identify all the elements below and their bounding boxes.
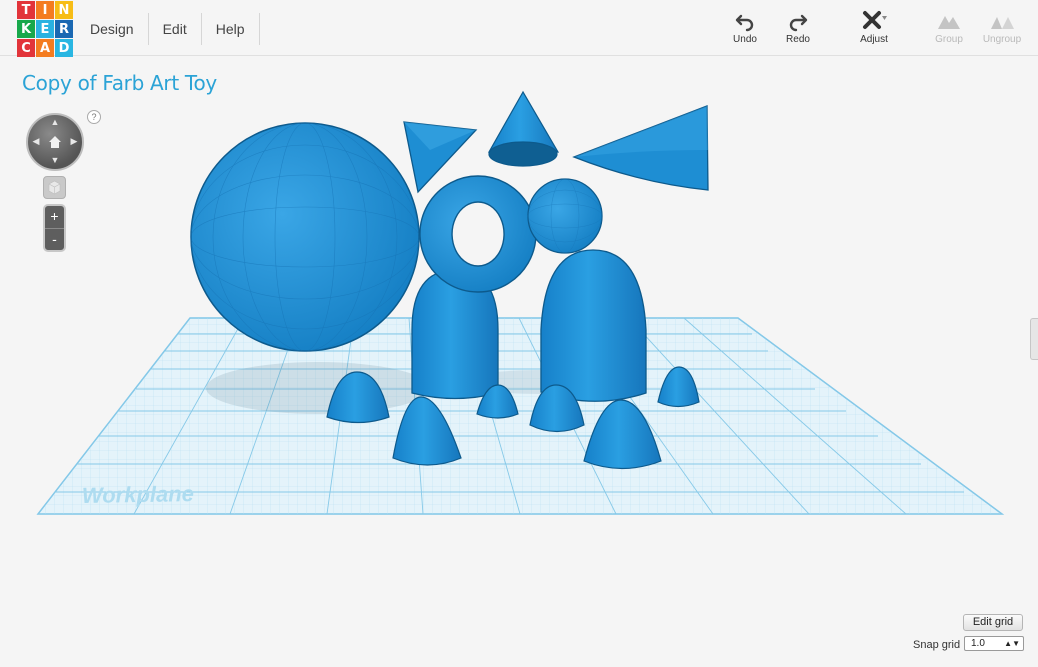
adjust-icon [863,11,887,29]
snap-grid-label: Snap grid [913,639,961,651]
home-icon[interactable] [47,134,63,150]
logo-letter: R [55,20,73,38]
redo-icon [789,14,808,32]
cone-shape[interactable] [487,90,560,167]
orbit-control[interactable]: ▲ ▼ ◀ ▶ [26,113,84,171]
logo-letter: E [36,20,54,38]
view-cube[interactable] [43,176,66,199]
workplane[interactable]: Workplane [36,317,1005,515]
group-label: Group [935,34,963,45]
cube-icon [48,180,61,195]
snap-grid-value: 1.0 [971,638,985,649]
pan-right-icon[interactable]: ▶ [69,137,79,147]
menu-design[interactable]: Design [76,13,149,45]
zoom-control: + - [43,204,66,252]
logo-letter: K [17,20,35,38]
sphere-shape[interactable] [190,122,420,352]
design-title[interactable]: Copy of Farb Art Toy [22,71,217,95]
top-toolbar: T I N K E R C A D Design Edit Help Undo … [0,0,1038,57]
adjust-label: Adjust [860,34,888,45]
logo-letter: A [36,39,54,57]
main-menu: Design Edit Help [76,13,260,45]
small-sphere-shape[interactable] [527,178,603,254]
pan-up-icon[interactable]: ▲ [50,118,60,128]
zoom-out-button[interactable]: - [45,228,64,250]
logo-letter: N [55,1,73,19]
undo-button[interactable]: Undo [718,10,772,45]
edit-grid-button[interactable]: Edit grid [963,614,1023,631]
ungroup-button[interactable]: Ungroup [975,10,1029,45]
tinkercad-logo[interactable]: T I N K E R C A D [17,1,73,57]
paraboloid-shape-tall[interactable] [540,249,647,402]
workplane-label: Workplane [82,481,194,508]
menu-help[interactable]: Help [202,13,260,45]
undo-label: Undo [733,34,757,45]
redo-label: Redo [786,34,810,45]
menu-edit[interactable]: Edit [149,13,202,45]
logo-letter: I [36,1,54,19]
group-icon [938,16,960,29]
redo-button[interactable]: Redo [771,10,825,45]
zoom-in-button[interactable]: + [45,206,64,228]
torus-shape[interactable] [419,175,537,293]
pan-left-icon[interactable]: ◀ [31,137,41,147]
pan-down-icon[interactable]: ▼ [50,156,60,166]
logo-letter: D [55,39,73,57]
wedge-shape-right[interactable] [572,105,709,191]
ungroup-icon [991,17,1014,29]
logo-letter: C [17,39,35,57]
snap-grid-select[interactable]: 1.0 ▲▼ [964,636,1024,651]
3d-viewport[interactable]: Workplane [0,57,1038,667]
chevron-updown-icon: ▲▼ [1004,639,1020,648]
undo-icon [735,14,754,32]
group-button[interactable]: Group [922,10,976,45]
help-icon[interactable]: ? [87,110,101,124]
shapes-panel-toggle[interactable] [1030,318,1038,360]
logo-letter: T [17,1,35,19]
ungroup-label: Ungroup [982,34,1022,45]
adjust-button[interactable]: Adjust [847,10,901,45]
